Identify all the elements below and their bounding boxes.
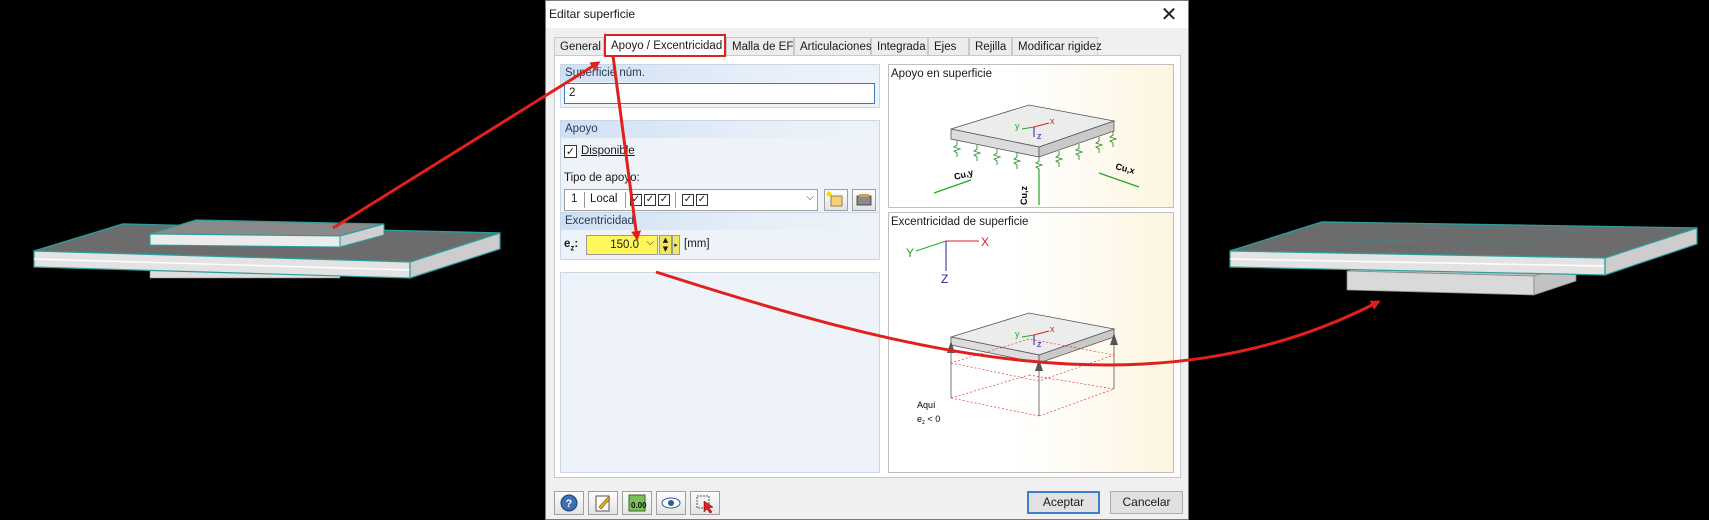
eccentricity-image-title: Excentricidad de superficie [891,216,1029,228]
select-icon [696,495,714,514]
ez-value: 150.0 [610,239,639,251]
group-title: Superficie núm. [561,65,879,82]
support-x-check: ✓ [630,194,642,206]
support-library-icon [856,194,872,206]
new-support-button[interactable] [824,189,848,211]
help-button[interactable]: ? [554,491,584,515]
ez-expand-button[interactable]: ▸ [672,235,680,255]
local-x-label: x [1050,324,1055,334]
support-type-number: 1 [571,193,578,205]
view-icon [661,497,681,509]
tab-grid[interactable]: Rejilla [969,37,1012,56]
surface-number-field[interactable]: 2 [564,83,875,104]
support-tension-check: ✓ [696,194,708,206]
group-title: Apoyo [561,121,879,138]
tab-axes[interactable]: Ejes [928,37,969,56]
support-z-check: ✓ [658,194,670,206]
note-ez-negative: ez < 0 [917,414,940,426]
separator [584,192,585,208]
local-y-label: y [1015,329,1020,339]
tab-content: Superficie núm. 2 Apoyo ✓ Disponible Tip… [554,55,1181,478]
local-z-label: z [1037,339,1042,349]
right-model-slab [1229,221,1698,296]
axis-y-label: y [1015,121,1020,131]
svg-text:0.00: 0.00 [631,501,647,510]
tab-general[interactable]: General [554,37,604,56]
cancel-button[interactable]: Cancelar [1110,491,1183,514]
edit-icon [595,495,611,512]
eccentricity-image-panel: Excentricidad de superficie X Y Z x y z … [888,212,1174,473]
cux-label: Cu,x [1114,161,1135,176]
surface-number-group: Superficie núm. 2 [560,64,880,108]
edit-surface-dialog: Editar superficie ✕ General Apoyo / Exce… [545,0,1189,520]
support-y-check: ✓ [644,194,656,206]
tab-fe-mesh[interactable]: Malla de EF [726,37,794,56]
axis-x-label: x [1050,116,1055,126]
ez-label: ez: [564,238,579,253]
axis-z-label: z [1037,131,1042,141]
global-x-label: X [981,235,989,249]
support-type-name: Local [590,193,618,205]
view-button[interactable] [656,491,686,515]
surface-eccentricity-illustration: X Y Z x y z Aquí ez < 0 [906,235,1118,426]
tab-integrated[interactable]: Integrada [871,37,928,56]
support-type-label: Tipo de apoyo: [564,172,640,184]
chevron-down-icon: ⌵ [646,237,654,248]
select-button[interactable] [690,491,720,515]
check-icon: ✓ [565,145,576,158]
units-button[interactable]: 0.00 [622,491,652,515]
available-label: Disponible [581,145,635,157]
svg-text:?: ? [566,498,573,510]
dialog-titlebar: Editar superficie ✕ [546,1,1188,28]
global-z-label: Z [941,272,948,286]
support-image-panel: Apoyo en superficie x y z Cu,y Cu,x Cu,z [888,64,1174,208]
separator [625,192,626,208]
tab-modify-stiffness[interactable]: Modificar rigidez [1012,37,1102,56]
ez-unit: [mm] [684,238,710,250]
edit-support-button[interactable] [852,189,876,211]
close-icon[interactable]: ✕ [1156,2,1182,26]
tab-support-eccentricity[interactable]: Apoyo / Excentricidad [604,34,726,57]
accept-button[interactable]: Aceptar [1027,491,1100,514]
new-item-icon [826,191,843,207]
available-checkbox[interactable]: ✓ [564,145,577,158]
note-here: Aquí [917,400,936,410]
eccentricity-group: Excentricidad ez: 150.0 ⌵ ▲ ▼ ▸ [mm] [560,212,880,260]
dialog-title: Editar superficie [549,7,636,21]
ez-spinner[interactable]: ▲ ▼ [659,235,672,255]
chevron-down-icon: ⌵ [806,192,814,203]
surface-support-illustration: x y z Cu,y Cu,x Cu,z [933,104,1140,205]
support-group: Apoyo ✓ Disponible Tipo de apoyo: 1 Loca… [560,120,880,214]
empty-panel [560,272,880,473]
group-title: Excentricidad [561,213,879,230]
global-y-label: Y [906,246,914,260]
edit-button[interactable] [588,491,618,515]
support-shear-check: ✓ [682,194,694,206]
support-image-title: Apoyo en superficie [891,68,993,80]
left-model-slab [33,219,501,279]
ez-value-combo[interactable]: 150.0 ⌵ [586,235,658,255]
support-type-combo[interactable]: 1 Local ✓ ✓ ✓ ✓ ✓ ⌵ [564,189,818,211]
calculator-icon: 0.00 [628,494,647,512]
cuy-label: Cu,y [953,167,974,182]
cuz-label: Cu,z [1019,186,1029,205]
help-icon: ? [560,494,578,512]
separator [675,192,676,208]
tab-hinges[interactable]: Articulaciones [794,37,872,56]
